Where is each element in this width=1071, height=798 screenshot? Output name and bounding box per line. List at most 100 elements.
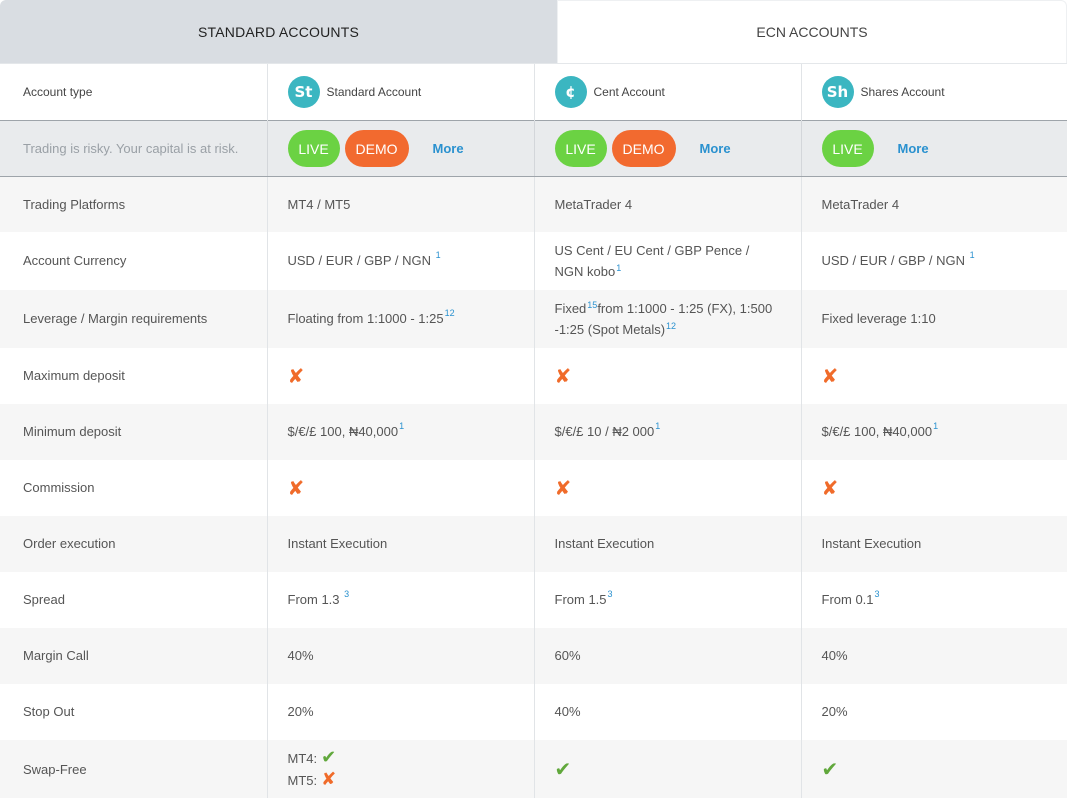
- table-row: Trading Platforms MT4 / MT5 MetaTrader 4…: [0, 176, 1067, 232]
- cross-icon: ✘: [321, 769, 337, 790]
- risk-warning: Trading is risky. Your capital is at ris…: [0, 120, 267, 177]
- tab-ecn-accounts[interactable]: ECN ACCOUNTS: [557, 0, 1067, 63]
- cent-live-button[interactable]: LIVE: [554, 130, 607, 167]
- table-row: Account Currency USD / EUR / GBP / NGN 1…: [0, 231, 1067, 290]
- footnote-link[interactable]: 12: [445, 308, 455, 318]
- cell-value: ✘: [533, 459, 801, 516]
- cell-value: Instant Execution: [533, 515, 801, 572]
- footnote-link[interactable]: 1: [933, 421, 938, 431]
- cent-more-link[interactable]: More: [700, 141, 731, 156]
- cell-value: $/€/£ 100, ₦40,0001: [800, 403, 1067, 460]
- cell-value: ✔: [533, 739, 801, 798]
- cell-value: Fixed leverage 1:10: [800, 289, 1067, 348]
- cell-value: 20%: [800, 683, 1067, 740]
- cell-text: Floating from 1:1000 - 1:25: [287, 311, 444, 326]
- cell-value: 40%: [533, 683, 801, 740]
- cell-value: $/€/£ 100, ₦40,0001: [266, 403, 534, 460]
- row-label: Swap-Free: [0, 739, 267, 798]
- cell-value: ✘: [533, 347, 801, 404]
- footnote-link[interactable]: 1: [970, 250, 975, 260]
- cell-value: USD / EUR / GBP / NGN 1: [266, 231, 534, 290]
- table-row: Minimum deposit $/€/£ 100, ₦40,0001 $/€/…: [0, 403, 1067, 460]
- account-type-label: Account type: [0, 63, 267, 121]
- cell-value: $/€/£ 10 / ₦2 0001: [533, 403, 801, 460]
- cell-value: MT4: ✔ MT5: ✘: [266, 739, 534, 798]
- cell-value: ✔: [800, 739, 1067, 798]
- row-label: Order execution: [0, 515, 267, 572]
- cent-account-logo-icon: ¢: [554, 76, 587, 108]
- cell-text: USD / EUR / GBP / NGN: [287, 253, 432, 268]
- table-row: Leverage / Margin requirements Floating …: [0, 289, 1067, 348]
- cell-value: MetaTrader 4: [533, 176, 801, 232]
- row-label: Account Currency: [0, 231, 267, 290]
- row-label: Maximum deposit: [0, 347, 267, 404]
- cell-text: $/€/£ 100, ₦40,000: [821, 424, 933, 439]
- cell-text: From 0.1: [821, 592, 874, 607]
- check-icon: ✔: [554, 757, 572, 781]
- footnote-link[interactable]: 15: [587, 300, 597, 310]
- row-label: Stop Out: [0, 683, 267, 740]
- cross-icon: ✘: [821, 363, 839, 388]
- footnote-link[interactable]: 3: [344, 589, 349, 599]
- table-row: Commission ✘ ✘ ✘: [0, 459, 1067, 516]
- shares-live-button[interactable]: LIVE: [821, 130, 874, 167]
- cell-value: MetaTrader 4: [800, 176, 1067, 232]
- standard-more-link[interactable]: More: [433, 141, 464, 156]
- cell-text: $/€/£ 100, ₦40,000: [287, 424, 399, 439]
- footnote-link[interactable]: 3: [875, 589, 880, 599]
- cell-value: US Cent / EU Cent / GBP Pence / NGN kobo…: [533, 231, 801, 290]
- table-row: Swap-Free MT4: ✔ MT5: ✘ ✔ ✔: [0, 739, 1067, 798]
- account-tabs: STANDARD ACCOUNTS ECN ACCOUNTS: [0, 0, 1067, 63]
- shares-account-name: Shares Account: [860, 85, 945, 99]
- cent-demo-button[interactable]: DEMO: [611, 130, 676, 167]
- footnote-link[interactable]: 1: [655, 421, 660, 431]
- cell-text: USD / EUR / GBP / NGN: [821, 253, 966, 268]
- standard-account-logo-icon: St: [287, 76, 320, 108]
- footnote-link[interactable]: 1: [616, 263, 621, 273]
- cell-value: ✘: [266, 347, 534, 404]
- standard-account-header: St Standard Account: [266, 63, 534, 121]
- shares-account-header: Sh Shares Account: [800, 63, 1067, 121]
- cell-value: ✘: [800, 347, 1067, 404]
- cent-account-header: ¢ Cent Account: [533, 63, 801, 121]
- cell-value: ✘: [800, 459, 1067, 516]
- footnote-link[interactable]: 3: [608, 589, 613, 599]
- cell-value: Instant Execution: [266, 515, 534, 572]
- tab-standard-accounts[interactable]: STANDARD ACCOUNTS: [0, 0, 557, 63]
- footnote-link[interactable]: 12: [666, 321, 676, 331]
- shares-actions: LIVE More: [800, 120, 1067, 177]
- cell-value: Floating from 1:1000 - 1:2512: [266, 289, 534, 348]
- row-label: Trading Platforms: [0, 176, 267, 232]
- cell-value: Fixed15from 1:1000 - 1:25 (FX), 1:500 -1…: [533, 289, 801, 348]
- footnote-link[interactable]: 1: [436, 250, 441, 260]
- cell-value: 40%: [266, 627, 534, 684]
- cross-icon: ✘: [287, 363, 305, 388]
- table-row: Maximum deposit ✘ ✘ ✘: [0, 347, 1067, 404]
- cross-icon: ✘: [554, 363, 572, 388]
- cell-value: From 1.3 3: [266, 571, 534, 628]
- row-label: Spread: [0, 571, 267, 628]
- cell-value: From 0.13: [800, 571, 1067, 628]
- standard-demo-button[interactable]: DEMO: [344, 130, 409, 167]
- table-row: Spread From 1.3 3 From 1.53 From 0.13: [0, 571, 1067, 628]
- table-row: Margin Call 40% 60% 40%: [0, 627, 1067, 684]
- cell-value: Instant Execution: [800, 515, 1067, 572]
- standard-account-name: Standard Account: [326, 85, 422, 99]
- cell-text: $/€/£ 10 / ₦2 000: [554, 424, 655, 439]
- shares-more-link[interactable]: More: [898, 141, 929, 156]
- shares-account-logo-icon: Sh: [821, 76, 854, 108]
- cell-text: Fixed: [554, 300, 587, 316]
- row-label: Commission: [0, 459, 267, 516]
- cell-value: MT4 / MT5: [266, 176, 534, 232]
- check-icon: ✔: [321, 747, 337, 768]
- row-label: Margin Call: [0, 627, 267, 684]
- cell-value: 60%: [533, 627, 801, 684]
- mt5-label: MT5:: [287, 772, 318, 788]
- table-row: Stop Out 20% 40% 20%: [0, 683, 1067, 740]
- cell-text: US Cent / EU Cent / GBP Pence / NGN kobo: [554, 242, 750, 279]
- standard-live-button[interactable]: LIVE: [287, 130, 340, 167]
- cell-text: From 1.5: [554, 592, 607, 607]
- cent-actions: LIVE DEMO More: [533, 120, 801, 177]
- mt4-label: MT4:: [287, 750, 318, 766]
- footnote-link[interactable]: 1: [399, 421, 404, 431]
